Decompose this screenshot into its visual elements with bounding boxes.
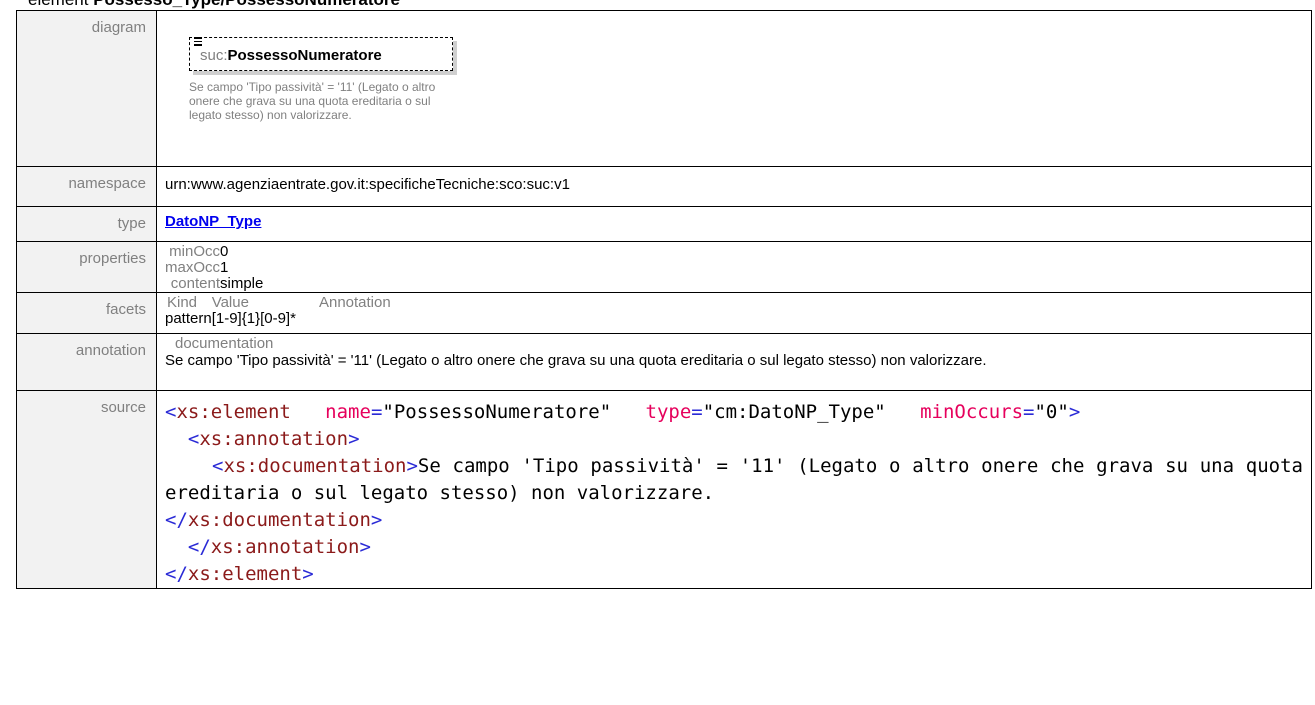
property-value: 1 xyxy=(220,259,229,276)
row-properties: properties minOcc 0 maxOcc 1 content sim… xyxy=(16,241,1312,293)
facet-header-value: Value xyxy=(211,294,249,311)
facet-kind: pattern xyxy=(165,310,212,327)
source-attr-name: name xyxy=(325,401,371,423)
property-key: minOcc xyxy=(169,243,221,260)
source-code: <xs:element name="PossessoNumeratore" ty… xyxy=(165,401,1315,585)
property-value: simple xyxy=(220,275,264,292)
heading-element-name: Possesso_Type/PossessoNumeratore xyxy=(93,0,400,9)
label-properties: properties xyxy=(16,241,157,293)
label-annotation: annotation xyxy=(16,333,157,391)
facet-value: [1-9]{1}[0-9]* xyxy=(211,310,296,327)
row-source: source <xs:element name="PossessoNumerat… xyxy=(16,390,1315,589)
schema-doc-table: diagram suc:PossessoNumeratore Se campo … xyxy=(16,10,1312,589)
diagram-element-box[interactable]: suc:PossessoNumeratore xyxy=(189,37,453,71)
diagram-prefix: suc: xyxy=(200,47,228,64)
facet-header-kind: Kind xyxy=(167,294,198,311)
annotation-text: Se campo 'Tipo passività' = '11' (Legato… xyxy=(165,352,987,369)
heading-prefix: element xyxy=(28,0,93,9)
label-diagram: diagram xyxy=(16,10,157,167)
source-attr-min-value: "0" xyxy=(1034,401,1069,423)
element-diagram: suc:PossessoNumeratore Se campo 'Tipo pa… xyxy=(165,17,1303,166)
property-key: maxOcc xyxy=(165,259,221,276)
property-key: content xyxy=(170,275,221,292)
label-type: type xyxy=(16,206,157,242)
diagram-element-name: PossessoNumeratore xyxy=(227,47,382,64)
source-annotation-close-tag: xs:annotation xyxy=(210,536,360,558)
source-attr-type: type xyxy=(645,401,692,423)
menu-lines-icon xyxy=(194,35,202,46)
label-facets: facets xyxy=(16,292,157,334)
source-element-close-tag: xs:element xyxy=(187,563,303,585)
namespace-value: urn:www.agenziaentrate.gov.it:specifiche… xyxy=(156,166,1312,207)
property-value: 0 xyxy=(220,243,229,260)
diagram-note: Se campo 'Tipo passività' = '11' (Legato… xyxy=(189,80,436,122)
source-attr-name-value: "PossessoNumeratore" xyxy=(382,401,612,423)
row-namespace: namespace urn:www.agenziaentrate.gov.it:… xyxy=(16,166,1312,207)
source-attr-min: minOccurs xyxy=(920,401,1024,423)
row-facets: facets Kind Value Annotation pattern [1-… xyxy=(16,292,1312,334)
label-namespace: namespace xyxy=(16,166,157,207)
source-element-tag: xs:element xyxy=(176,401,291,423)
source-annotation-tag: xs:annotation xyxy=(199,428,349,450)
source-documentation-tag: xs:documentation xyxy=(223,455,407,477)
page-heading: element Possesso_Type/PossessoNumeratore xyxy=(28,0,400,10)
label-source: source xyxy=(16,390,157,589)
row-annotation: annotation documentation Se campo 'Tipo … xyxy=(16,333,1312,391)
type-link[interactable]: DatoNP_Type xyxy=(165,213,261,230)
facet-annotation xyxy=(319,311,391,327)
source-attr-type-value: "cm:DatoNP_Type" xyxy=(702,401,886,423)
facet-header-annotation: Annotation xyxy=(318,294,391,311)
annotation-heading: documentation xyxy=(175,335,274,352)
source-documentation-close-tag: xs:documentation xyxy=(187,509,371,531)
row-type: type DatoNP_Type xyxy=(16,206,1312,242)
properties-grid: minOcc 0 maxOcc 1 content simple xyxy=(165,244,263,292)
row-diagram: diagram suc:PossessoNumeratore Se campo … xyxy=(16,10,1312,167)
facets-grid: Kind Value Annotation pattern [1-9]{1}[0… xyxy=(165,295,391,327)
